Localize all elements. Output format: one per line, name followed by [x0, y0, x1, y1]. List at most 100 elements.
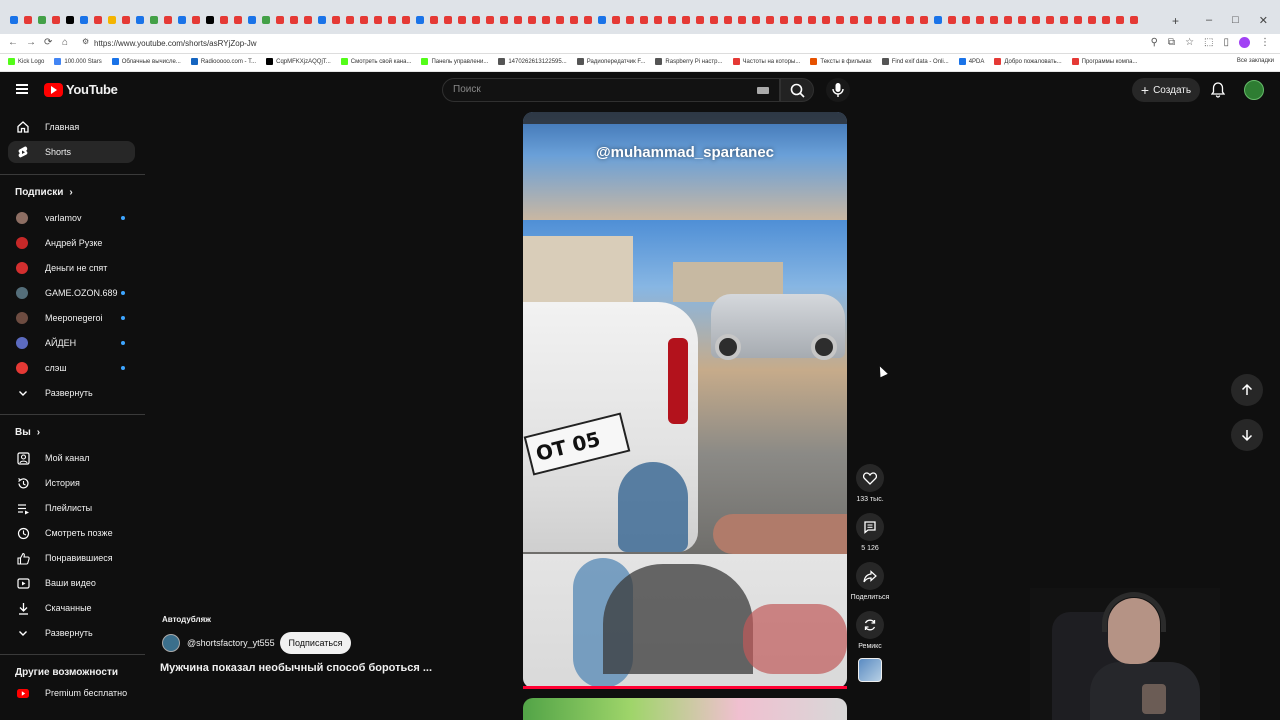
bookmark-item[interactable]: Панель управлени... — [421, 58, 488, 65]
tab-favicon[interactable] — [836, 16, 844, 24]
sidepanel-icon[interactable]: ▯ — [1223, 37, 1229, 48]
tab-favicon[interactable] — [976, 16, 984, 24]
profile-avatar[interactable] — [1239, 37, 1250, 48]
notifications-bell-icon[interactable] — [1210, 82, 1226, 103]
tab-favicon[interactable] — [612, 16, 620, 24]
tab-favicon[interactable] — [710, 16, 718, 24]
tab-favicon[interactable] — [122, 16, 130, 24]
tab-favicon[interactable] — [780, 16, 788, 24]
search-input[interactable]: Поиск — [442, 78, 780, 102]
tab-favicon[interactable] — [542, 16, 550, 24]
tab-favicon[interactable] — [108, 16, 116, 24]
tab-favicon[interactable] — [304, 16, 312, 24]
bookmark-item[interactable]: Добро пожаловать... — [994, 58, 1062, 65]
zoom-icon[interactable]: ⚲ — [1151, 37, 1158, 48]
tab-favicon[interactable] — [444, 16, 452, 24]
tab-favicon[interactable] — [1116, 16, 1124, 24]
tab-favicon[interactable] — [668, 16, 676, 24]
sidebar-item-expand[interactable]: Развернуть — [8, 382, 135, 404]
sidebar-item-subscription[interactable]: АЙДЕН — [8, 332, 135, 354]
new-tab-button[interactable]: + — [1172, 14, 1179, 28]
sidebar-item-shorts[interactable]: Shorts — [8, 141, 135, 163]
tab-favicon[interactable] — [318, 16, 326, 24]
youtube-logo[interactable]: YouTube — [44, 82, 118, 97]
tab-favicon[interactable] — [766, 16, 774, 24]
sidebar-item-home[interactable]: Главная — [8, 116, 135, 138]
tab-favicon[interactable] — [10, 16, 18, 24]
tab-favicon[interactable] — [486, 16, 494, 24]
tab-favicon[interactable] — [500, 16, 508, 24]
tab-favicon[interactable] — [990, 16, 998, 24]
tab-favicon[interactable] — [794, 16, 802, 24]
tab-favicon[interactable] — [1018, 16, 1026, 24]
comments-button[interactable] — [856, 513, 884, 541]
install-icon[interactable]: ⧉ — [1168, 37, 1175, 48]
star-icon[interactable]: ☆ — [1185, 37, 1194, 48]
search-button[interactable] — [780, 78, 814, 102]
sidebar-item-your-videos[interactable]: Ваши видео — [8, 572, 135, 594]
tab-favicon[interactable] — [80, 16, 88, 24]
tab-favicon[interactable] — [738, 16, 746, 24]
site-info-icon[interactable]: ⚙ — [82, 37, 89, 46]
tab-favicon[interactable] — [248, 16, 256, 24]
tab-favicon[interactable] — [864, 16, 872, 24]
tab-favicon[interactable] — [136, 16, 144, 24]
tab-favicon[interactable] — [598, 16, 606, 24]
keyboard-icon[interactable] — [757, 87, 769, 94]
bookmark-item[interactable]: Тексты в фильмах — [810, 58, 872, 65]
tab-favicon[interactable] — [192, 16, 200, 24]
tab-favicon[interactable] — [682, 16, 690, 24]
tab-favicon[interactable] — [220, 16, 228, 24]
you-header[interactable]: Вы › — [15, 427, 40, 438]
tab-favicon[interactable] — [584, 16, 592, 24]
sidebar-item-premium[interactable]: Premium бесплатно — [8, 682, 135, 704]
tab-favicon[interactable] — [1102, 16, 1110, 24]
sidebar-item-subscription[interactable]: Деньги не спят — [8, 257, 135, 279]
bookmark-item[interactable]: Программы компа... — [1071, 58, 1137, 65]
tab-favicon[interactable] — [892, 16, 900, 24]
tab-favicon[interactable] — [822, 16, 830, 24]
tab-favicon[interactable] — [374, 16, 382, 24]
sound-thumbnail[interactable] — [858, 658, 882, 682]
back-icon[interactable]: ← — [8, 37, 18, 48]
sidebar-item-download[interactable]: Скачанные — [8, 597, 135, 619]
tab-favicon[interactable] — [332, 16, 340, 24]
bookmark-item[interactable]: 4PDA — [958, 58, 984, 65]
subscriptions-header[interactable]: Подписки › — [15, 187, 73, 198]
tab-favicon[interactable] — [24, 16, 32, 24]
voice-search-button[interactable] — [826, 78, 850, 102]
url-field[interactable]: https://www.youtube.com/shorts/asRYjZop-… — [94, 39, 257, 48]
sidebar-item-subscription[interactable]: слэш — [8, 357, 135, 379]
remix-button[interactable] — [856, 611, 884, 639]
tab-favicon[interactable] — [640, 16, 648, 24]
sidebar-item-subscription[interactable]: GAME.OZON.689 — [8, 282, 135, 304]
tab-favicon[interactable] — [850, 16, 858, 24]
tab-favicon[interactable] — [178, 16, 186, 24]
tab-favicon[interactable] — [906, 16, 914, 24]
close-window-button[interactable]: ✕ — [1259, 14, 1268, 27]
tab-favicon[interactable] — [206, 16, 214, 24]
tab-favicon[interactable] — [346, 16, 354, 24]
minimize-button[interactable]: – — [1206, 14, 1212, 27]
sidebar-item-subscription[interactable]: Андрей Рузке — [8, 232, 135, 254]
tab-favicon[interactable] — [262, 16, 270, 24]
bookmark-item[interactable]: Радиопередатчик F... — [576, 58, 645, 65]
tab-favicon[interactable] — [150, 16, 158, 24]
tab-favicon[interactable] — [276, 16, 284, 24]
tab-favicon[interactable] — [948, 16, 956, 24]
bookmark-item[interactable]: Raspberry Pi настр... — [655, 58, 723, 65]
tab-favicon[interactable] — [752, 16, 760, 24]
video-progress-bar[interactable] — [523, 686, 847, 689]
sidebar-item-subscription[interactable]: varlamov — [8, 207, 135, 229]
video-title[interactable]: Мужчина показал необычный способ боротьс… — [160, 662, 432, 674]
reload-icon[interactable]: ⟳ — [44, 37, 52, 48]
sidebar-item-playlists[interactable]: Плейлисты — [8, 497, 135, 519]
sidebar-item-history[interactable]: История — [8, 472, 135, 494]
menu-icon[interactable]: ⋮ — [1260, 37, 1270, 48]
tab-favicon[interactable] — [94, 16, 102, 24]
tab-favicon[interactable] — [556, 16, 564, 24]
tab-favicon[interactable] — [38, 16, 46, 24]
tab-favicon[interactable] — [416, 16, 424, 24]
bookmark-item[interactable]: 1470262613122595... — [498, 58, 567, 65]
bookmark-item[interactable]: Облачные вычисле... — [111, 58, 181, 65]
